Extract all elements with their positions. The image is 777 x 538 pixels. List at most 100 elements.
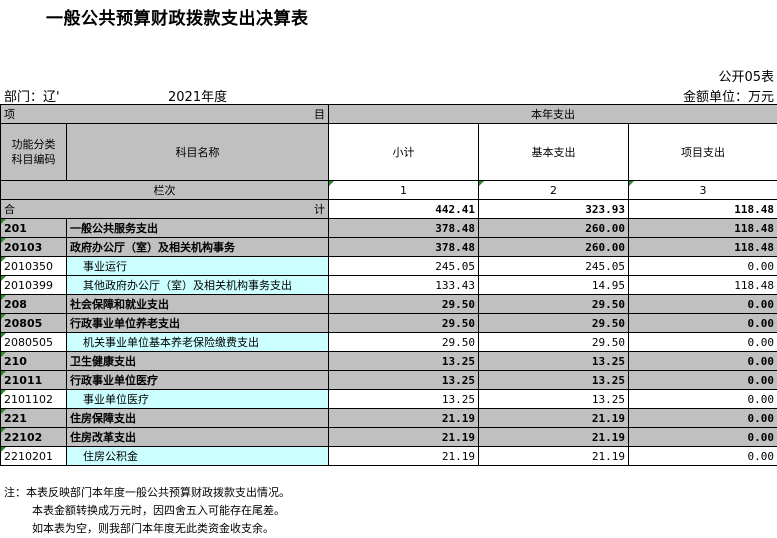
row-project: 0.00 bbox=[628, 313, 777, 333]
total-label-left: 合 bbox=[4, 203, 15, 216]
row-name: 事业单位医疗 bbox=[66, 389, 329, 409]
row-basic: 21.19 bbox=[478, 427, 629, 447]
row-code: 221 bbox=[0, 408, 67, 428]
row-code: 2101102 bbox=[0, 389, 67, 409]
row-code: 20805 bbox=[0, 313, 67, 333]
note-2: 本表金额转换成万元时，因四舍五入可能存在尾差。 bbox=[32, 504, 285, 517]
header-row-1: 项 目 本年支出 bbox=[0, 104, 777, 124]
row-project: 0.00 bbox=[628, 427, 777, 447]
table-row: 22102 住房改革支出 21.19 21.19 0.00 bbox=[0, 427, 777, 447]
row-subtotal: 21.19 bbox=[328, 427, 479, 447]
table-row: 21011 行政事业单位医疗 13.25 13.25 0.00 bbox=[0, 370, 777, 390]
row-project: 0.00 bbox=[628, 408, 777, 428]
row-name: 住房公积金 bbox=[66, 446, 329, 466]
row-project: 0.00 bbox=[628, 332, 777, 352]
row-name: 社会保障和就业支出 bbox=[66, 294, 329, 314]
table-row: 2010399 其他政府办公厅（室）及相关机构事务支出 133.43 14.95 118… bbox=[0, 275, 777, 295]
header-item-cell: 项 目 bbox=[0, 104, 329, 124]
row-project: 0.00 bbox=[628, 446, 777, 466]
header-row-2: 功能分类 科目编码 科目名称 小计 基本支出 项目支出 bbox=[0, 123, 777, 181]
row-code: 201 bbox=[0, 218, 67, 238]
row-project: 0.00 bbox=[628, 351, 777, 371]
total-label-right: 计 bbox=[314, 203, 325, 216]
row-basic: 245.05 bbox=[478, 256, 629, 276]
row-basic: 13.25 bbox=[478, 351, 629, 371]
header-column-no: 栏次 bbox=[0, 180, 329, 200]
table-row: 20805 行政事业单位养老支出 29.50 29.50 0.00 bbox=[0, 313, 777, 333]
row-project: 118.48 bbox=[628, 237, 777, 257]
row-basic: 260.00 bbox=[478, 237, 629, 257]
table-row: 20103 政府办公厅（室）及相关机构事务 378.48 260.00 118.48 bbox=[0, 237, 777, 257]
row-code: 208 bbox=[0, 294, 67, 314]
row-basic: 21.19 bbox=[478, 446, 629, 466]
row-name: 行政事业单位医疗 bbox=[66, 370, 329, 390]
header-func-code: 功能分类 科目编码 bbox=[0, 123, 67, 181]
row-project: 118.48 bbox=[628, 275, 777, 295]
row-basic: 29.50 bbox=[478, 332, 629, 352]
row-code: 2080505 bbox=[0, 332, 67, 352]
notes: 注：本表反映部门本年度一般公共预算财政拨款支出情况。 本表金额转换成万元时，因四… bbox=[4, 484, 290, 538]
row-subtotal: 133.43 bbox=[328, 275, 479, 295]
row-subtotal: 29.50 bbox=[328, 332, 479, 352]
row-code: 210 bbox=[0, 351, 67, 371]
row-name: 机关事业单位基本养老保险缴费支出 bbox=[66, 332, 329, 352]
note-3: 如本表为空，则我部门本年度无此类资金收支余。 bbox=[32, 522, 274, 535]
row-project: 0.00 bbox=[628, 370, 777, 390]
header-current-year: 本年支出 bbox=[328, 104, 777, 124]
row-subtotal: 245.05 bbox=[328, 256, 479, 276]
row-name: 行政事业单位养老支出 bbox=[66, 313, 329, 333]
header-col2: 2 bbox=[478, 180, 629, 200]
table-row: 2101102 事业单位医疗 13.25 13.25 0.00 bbox=[0, 389, 777, 409]
row-basic: 13.25 bbox=[478, 389, 629, 409]
table-row: 210 卫生健康支出 13.25 13.25 0.00 bbox=[0, 351, 777, 371]
table-row: 221 住房保障支出 21.19 21.19 0.00 bbox=[0, 408, 777, 428]
row-subtotal: 13.25 bbox=[328, 389, 479, 409]
row-subtotal: 29.50 bbox=[328, 313, 479, 333]
row-code: 22102 bbox=[0, 427, 67, 447]
table-row: 2210201 住房公积金 21.19 21.19 0.00 bbox=[0, 446, 777, 466]
total-project: 118.48 bbox=[628, 199, 777, 219]
header-project: 项目支出 bbox=[628, 123, 777, 181]
row-code: 2210201 bbox=[0, 446, 67, 466]
table-row: 2080505 机关事业单位基本养老保险缴费支出 29.50 29.50 0.00 bbox=[0, 332, 777, 352]
row-project: 0.00 bbox=[628, 294, 777, 314]
row-subtotal: 21.19 bbox=[328, 408, 479, 428]
header-item-right: 目 bbox=[314, 108, 325, 121]
year-label: 2021年度 bbox=[168, 90, 228, 105]
table-row: 208 社会保障和就业支出 29.50 29.50 0.00 bbox=[0, 294, 777, 314]
row-basic: 29.50 bbox=[478, 313, 629, 333]
total-subtotal: 442.41 bbox=[328, 199, 479, 219]
note-1: 注：本表反映部门本年度一般公共预算财政拨款支出情况。 bbox=[4, 486, 290, 499]
row-name: 一般公共服务支出 bbox=[66, 218, 329, 238]
row-basic: 260.00 bbox=[478, 218, 629, 238]
row-code: 2010399 bbox=[0, 275, 67, 295]
header-basic: 基本支出 bbox=[478, 123, 629, 181]
table-row: 2010350 事业运行 245.05 245.05 0.00 bbox=[0, 256, 777, 276]
row-project: 0.00 bbox=[628, 389, 777, 409]
row-subtotal: 21.19 bbox=[328, 446, 479, 466]
row-code: 21011 bbox=[0, 370, 67, 390]
table-row: 201 一般公共服务支出 378.48 260.00 118.48 bbox=[0, 218, 777, 238]
row-basic: 21.19 bbox=[478, 408, 629, 428]
header-row-3: 栏次 1 2 3 bbox=[0, 180, 777, 200]
row-code: 2010350 bbox=[0, 256, 67, 276]
header-func-code-line1: 功能分类 bbox=[11, 138, 56, 151]
header-col1: 1 bbox=[328, 180, 479, 200]
row-name: 事业运行 bbox=[66, 256, 329, 276]
total-row: 合 计 442.41 323.93 118.48 bbox=[0, 199, 777, 219]
header-func-code-line2: 科目编码 bbox=[11, 153, 56, 166]
row-name: 住房改革支出 bbox=[66, 427, 329, 447]
row-subtotal: 378.48 bbox=[328, 218, 479, 238]
header-subtotal: 小计 bbox=[328, 123, 479, 181]
row-subtotal: 29.50 bbox=[328, 294, 479, 314]
row-code: 20103 bbox=[0, 237, 67, 257]
row-project: 118.48 bbox=[628, 218, 777, 238]
row-name: 政府办公厅（室）及相关机构事务 bbox=[66, 237, 329, 257]
row-subtotal: 13.25 bbox=[328, 351, 479, 371]
form-code: 公开05表 bbox=[718, 70, 774, 85]
row-subtotal: 378.48 bbox=[328, 237, 479, 257]
total-basic: 323.93 bbox=[478, 199, 629, 219]
header-subject-name: 科目名称 bbox=[66, 123, 329, 181]
row-basic: 14.95 bbox=[478, 275, 629, 295]
total-label-cell: 合 计 bbox=[0, 199, 329, 219]
